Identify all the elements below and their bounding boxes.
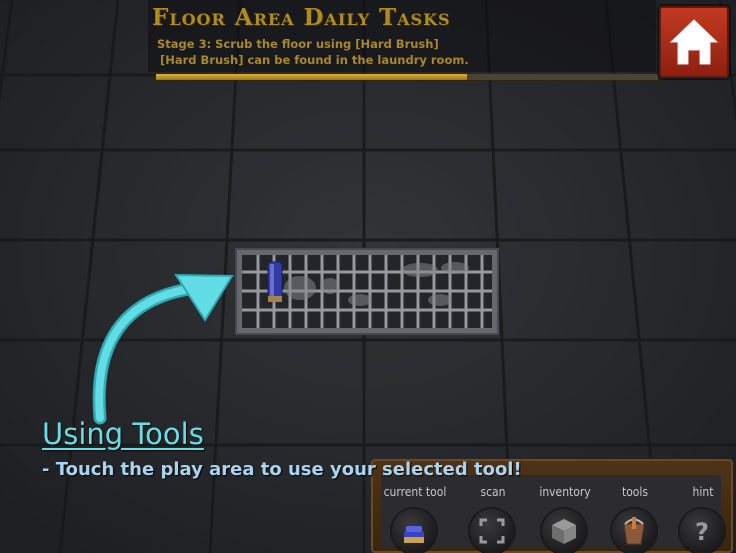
toolbar-label: scan [480,485,506,499]
task-progress-bar [155,73,659,81]
home-button[interactable] [659,6,729,78]
task-progress-fill [156,74,468,80]
question-icon: ? [695,518,709,546]
tutorial-text: - Touch the play area to use your select… [42,459,522,480]
toolbar-panel: current tool scan inventory tools hint ? [381,475,724,553]
box-icon [552,519,576,544]
task-instruction: Stage 3: Scrub the floor using [Hard Bru… [157,37,439,51]
inventory-button[interactable]: inventory [533,475,597,553]
current-tool-button[interactable]: current tool [383,475,447,553]
tools-button[interactable]: tools [603,475,667,553]
toolbar-label: hint [692,485,714,499]
toolbar-label: inventory [539,485,591,499]
brush-icon [404,526,424,543]
tutorial-title: Using Tools [42,417,204,451]
svg-text:?: ? [695,518,709,546]
scan-icon [479,518,505,544]
task-title: Floor Area Daily Tasks [152,4,451,31]
scan-button[interactable]: scan [461,475,525,553]
toolbar-label: current tool [383,485,447,499]
home-icon [669,19,719,65]
toolbar-label: tools [621,485,649,499]
bucket-icon [623,517,645,545]
task-hint: [Hard Brush] can be found in the laundry… [160,53,469,67]
hint-button[interactable]: hint ? [671,475,735,553]
